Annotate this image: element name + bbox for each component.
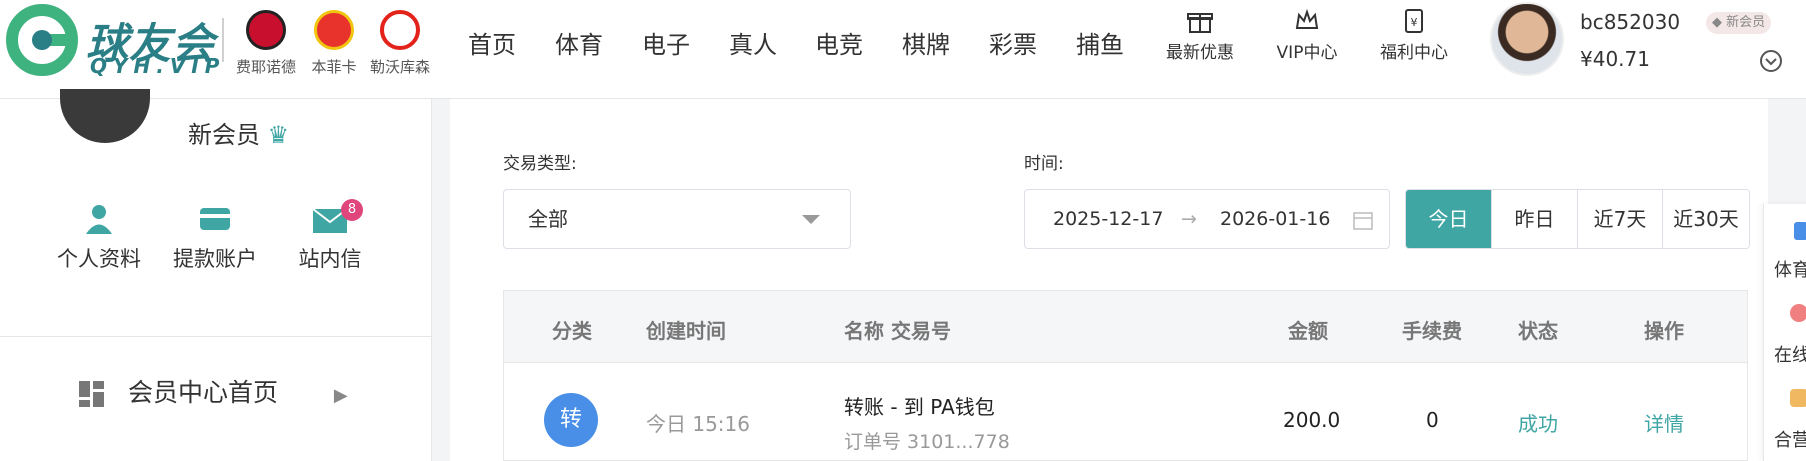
logo-sub: QYH.VIP [90,54,226,78]
row-fee: 0 [1426,408,1439,432]
handshake-icon [1790,389,1806,407]
quick-withdraw-account[interactable]: 提款账户 [160,203,270,273]
chevron-glyph [1765,58,1777,66]
row-status: 成功 [1518,412,1558,436]
member-tag-label: 新会员 [1726,15,1766,30]
nav-promotions-label: 最新优惠 [1166,43,1234,63]
nav-lottery[interactable]: 彩票 [989,25,1037,60]
table-header: 分类 创建时间 名称 交易号 金额 手续费 状态 操作 [504,291,1747,363]
range-today-button[interactable]: 今日 [1406,190,1492,248]
partner-leverkusen[interactable]: 勒沃库森 [364,10,436,77]
dashboard-icon [79,381,104,407]
member-level-label: 新会员 [188,121,260,149]
row-time: 今日 15:16 [646,412,750,436]
unread-badge: 8 [341,199,363,221]
main-panel: 交易类型: 全部 时间: 2025-12-17 → 2026-01-16 今日 … [450,99,1768,461]
row-order: 订单号 3101...778 [844,431,1010,453]
rail-online[interactable]: 在线 [1774,341,1806,367]
transaction-type-select[interactable]: 全部 [503,189,851,249]
nav-sports[interactable]: 体育 [555,25,603,60]
right-rail: 体育 在线 合营 [1763,204,1806,461]
col-fee: 手续费 [1402,319,1462,343]
date-start: 2025-12-17 [1053,208,1164,230]
chevron-right-icon: ▶ [333,385,348,406]
member-tag: ◆ 新会员 [1706,12,1772,34]
sidebar-divider [0,336,432,337]
logo-divider [222,18,224,62]
nav-welfare[interactable]: ¥ 福利中心 [1359,8,1469,63]
col-created-time: 创建时间 [646,319,726,343]
chevron-down-icon[interactable] [1760,50,1782,72]
rail-sports[interactable]: 体育 [1774,256,1806,282]
chat-icon [1790,304,1806,322]
member-shield-icon [60,89,150,143]
row-amount: 200.0 [1283,408,1341,432]
balance: ¥40.71 [1580,47,1650,71]
sidebar-item-label: 会员中心首页 [127,378,278,407]
feyenoord-badge-icon [246,10,286,50]
col-status: 状态 [1518,319,1558,343]
quick-withdraw-label: 提款账户 [173,247,257,271]
sports-icon [1794,222,1806,240]
calendar-icon [1353,212,1373,230]
benfica-badge-icon [314,10,354,50]
partner-feyenoord[interactable]: 费耶诺德 [230,10,302,77]
nav-cards[interactable]: 棋牌 [902,25,950,60]
partner-name: 费耶诺德 [235,58,296,76]
arrow-right-icon: → [1181,208,1197,230]
range-7days-button[interactable]: 近7天 [1578,190,1663,248]
type-label: 交易类型: [503,154,577,174]
svg-text:¥: ¥ [1411,16,1418,29]
card-icon [200,208,230,230]
top-bar: 球友会 QYH.VIP 费耶诺德 本菲卡 勒沃库森 首页 体育 电子 真人 电竞… [0,0,1806,99]
nav-home[interactable]: 首页 [468,25,516,60]
gift-icon [1187,13,1213,33]
row-name: 转账 - 到 PA钱包 [844,395,995,419]
nav-fishing[interactable]: 捕鱼 [1076,25,1124,60]
nav-vip-label: VIP中心 [1276,43,1338,63]
nav-promotions[interactable]: 最新优惠 [1145,8,1255,63]
sidebar: 新会员 ♛ 个人资料 提款账户 8 站内信 会员中心首页 ▶ [0,89,432,461]
quick-profile[interactable]: 个人资料 [44,203,154,273]
yen-box-icon: ¥ [1405,9,1423,33]
avatar[interactable] [1490,2,1564,76]
range-30days-button[interactable]: 近30天 [1663,190,1749,248]
leverkusen-badge-icon [380,10,420,50]
crown-icon [1295,8,1319,29]
date-range-picker[interactable]: 2025-12-17 → 2026-01-16 [1024,189,1390,249]
col-amount: 金额 [1288,319,1328,343]
sidebar-item-member-home[interactable]: 会员中心首页 ▶ [78,373,348,409]
nav-esports[interactable]: 电竞 [815,25,863,60]
user-icon [86,205,112,234]
col-name-id: 名称 交易号 [844,319,951,343]
row-detail-link[interactable]: 详情 [1644,408,1684,437]
rail-partner[interactable]: 合营 [1774,426,1806,452]
transactions-table: 分类 创建时间 名称 交易号 金额 手续费 状态 操作 转 今日 15:16 转… [503,290,1748,461]
crown-icon: ♛ [267,121,290,149]
username: bc852030 [1580,10,1681,34]
type-badge: 转 [544,393,598,447]
quick-messages[interactable]: 8 站内信 [275,199,385,273]
quick-messages-label: 站内信 [298,247,362,271]
partner-benfica[interactable]: 本菲卡 [298,10,370,77]
select-value: 全部 [528,207,568,231]
partner-name: 本菲卡 [311,58,357,76]
partner-name: 勒沃库森 [369,58,430,76]
dropdown-arrow-icon [802,215,820,224]
nav-slots[interactable]: 电子 [642,25,690,60]
quick-profile-label: 个人资料 [57,247,141,271]
date-end: 2026-01-16 [1220,208,1331,230]
col-category: 分类 [552,319,592,343]
range-yesterday-button[interactable]: 昨日 [1492,190,1578,248]
nav-welfare-label: 福利中心 [1380,43,1448,63]
member-level: 新会员 ♛ [188,115,289,150]
quick-range-group: 今日 昨日 近7天 近30天 [1405,189,1750,249]
nav-vip[interactable]: VIP中心 [1252,8,1362,63]
col-action: 操作 [1644,319,1684,343]
logo[interactable]: 球友会 QYH.VIP [6,4,221,78]
time-label: 时间: [1024,154,1064,174]
nav-live[interactable]: 真人 [729,25,777,60]
logo-mark-icon [6,4,78,76]
